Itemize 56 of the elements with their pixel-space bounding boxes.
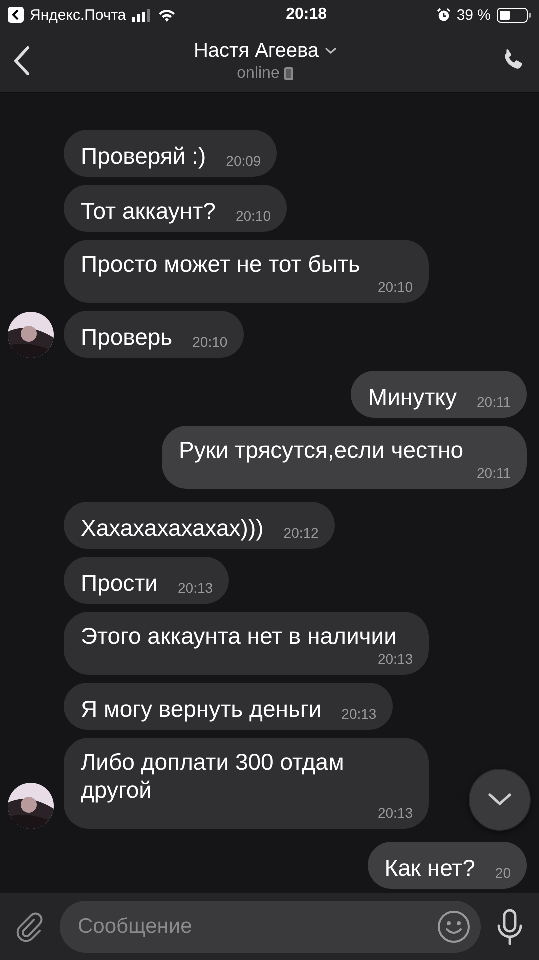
signal-icon [132, 8, 152, 22]
chevron-down-icon[interactable] [325, 47, 338, 55]
message-text: Руки трясутся,если честно [179, 436, 464, 464]
microphone-icon[interactable] [495, 908, 525, 944]
message-time: 20:09 [226, 152, 262, 170]
avatar[interactable] [8, 783, 54, 829]
message-text: Минутку [368, 383, 457, 411]
battery-icon [497, 8, 532, 22]
message-text: Проверь [81, 323, 173, 351]
message-time: 20:10 [378, 278, 413, 296]
message-bubble[interactable]: Этого аккаунта нет в наличии 20:13 [64, 612, 429, 675]
message-bubble[interactable]: Либо доплати 300 отдам другой 20:13 [64, 738, 429, 829]
message-time: 20:11 [477, 464, 511, 482]
wifi-icon [158, 8, 176, 22]
battery-percent: 39 % [456, 6, 492, 24]
message-text: Хахахахахахах))) [81, 514, 264, 542]
back-icon[interactable] [12, 45, 32, 77]
message-time: 20:10 [236, 207, 271, 225]
message-time: 20:13 [378, 804, 413, 822]
message-text: Прости [81, 569, 158, 597]
back-app-icon[interactable] [8, 7, 24, 23]
contact-name[interactable]: Настя Агеева [194, 40, 320, 62]
message-text: Тот аккаунт? [81, 197, 216, 225]
message-time: 20:13 [378, 650, 413, 668]
message-bubble[interactable]: Прости 20:13 [64, 557, 230, 604]
message-text: Этого аккаунта нет в наличии [81, 622, 397, 650]
avatar[interactable] [8, 312, 54, 358]
message-time: 20:13 [342, 705, 377, 723]
back-app-link[interactable]: Яндекс.Почта [30, 6, 126, 24]
clock-time: 20:18 [286, 6, 327, 24]
alarm-icon [436, 8, 451, 22]
message-time: 20:12 [284, 524, 319, 542]
message-text: Просто может не тот быть [81, 250, 360, 278]
message-bubble[interactable]: Просто может не тот быть 20:10 [64, 240, 429, 303]
message-bubble[interactable]: Проверяй :) 20:09 [64, 130, 278, 177]
message-text: Либо доплати 300 отдам другой [81, 748, 346, 804]
attach-icon[interactable] [14, 910, 46, 942]
message-bubble[interactable]: Хахахахахахах))) 20:12 [64, 502, 335, 549]
phone-device-icon [284, 66, 294, 80]
message-bubble[interactable]: Тот аккаунт? 20:10 [64, 185, 287, 232]
online-status: online [237, 64, 280, 82]
message-bubble[interactable]: Я могу вернуть деньги 20:13 [64, 683, 393, 730]
message-text: Я могу вернуть деньги [81, 695, 322, 723]
message-time: 20:11 [477, 393, 511, 411]
message-bubble[interactable]: Руки трясутся,если честно 20:11 [162, 426, 527, 489]
message-input-field[interactable]: Сообщение [60, 900, 481, 952]
chevron-down-icon [488, 793, 512, 807]
message-time: 20:10 [192, 333, 228, 351]
message-time: 20 [495, 864, 511, 882]
message-text: Проверяй :) [81, 142, 206, 170]
message-bubble[interactable]: Проверь 20:10 [64, 311, 244, 358]
message-bubble[interactable]: Как нет? 20 [368, 842, 527, 889]
emoji-icon[interactable] [437, 910, 471, 944]
message-bubble[interactable]: Минутку 20:11 [351, 371, 527, 418]
message-text: Как нет? [384, 854, 476, 882]
message-time: 20:13 [178, 579, 214, 597]
